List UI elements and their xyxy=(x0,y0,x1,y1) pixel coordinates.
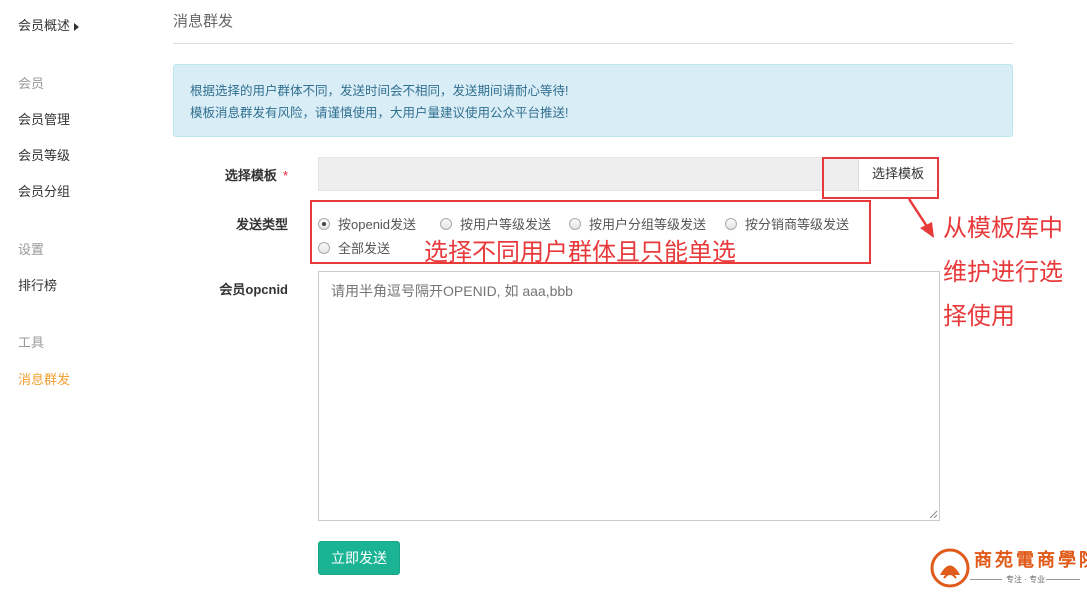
sidebar-item-overview-label: 会员概述 xyxy=(18,18,71,33)
send-type-label: 发送类型 xyxy=(235,217,288,232)
logo-name: 商苑電商學院 xyxy=(974,550,1087,571)
annotation-template-note-1: 从模板库中 xyxy=(943,215,1063,242)
sidebar-group-member: 会员 xyxy=(18,76,45,91)
logo-tagline: 专注 · 专业 xyxy=(1006,575,1046,584)
logo-divider-right xyxy=(1046,579,1080,580)
annotation-radio-note: 选择不同用户群体且只能单选 xyxy=(424,239,736,266)
logo-emblem-icon xyxy=(930,548,970,588)
send-now-button[interactable]: 立即发送 xyxy=(318,541,400,575)
annotation-box-template xyxy=(822,157,939,199)
annotation-template-note-2: 维护进行选 xyxy=(943,259,1063,286)
info-alert: 根据选择的用户群体不同，发送时间会不相同，发送期间请耐心等待! 模板消息群发有风… xyxy=(173,64,1013,137)
sidebar-group-tools: 工具 xyxy=(18,335,45,350)
sidebar-item-member-group[interactable]: 会员分组 xyxy=(18,181,70,200)
annotation-template-note-3: 择使用 xyxy=(943,303,1015,330)
sidebar-item-member-management[interactable]: 会员管理 xyxy=(18,109,70,128)
openid-textarea[interactable] xyxy=(318,271,940,521)
annotation-arrow-icon xyxy=(907,198,934,238)
template-input[interactable] xyxy=(318,157,858,191)
sidebar-item-message-broadcast[interactable]: 消息群发 xyxy=(18,369,70,388)
alert-line-1: 根据选择的用户群体不同，发送时间会不相同，发送期间请耐心等待! xyxy=(190,84,569,98)
template-label: 选择模板 * xyxy=(173,165,288,184)
template-label-text: 选择模板 xyxy=(224,168,277,183)
sidebar: 会员概述 会员 会员管理 会员等级 会员分组 设置 排行榜 工具 消息群发 xyxy=(0,0,150,592)
sidebar-group-settings: 设置 xyxy=(18,242,45,257)
sidebar-item-overview[interactable]: 会员概述 xyxy=(18,15,80,34)
caret-right-icon xyxy=(74,22,80,31)
required-mark: * xyxy=(282,168,288,183)
openid-label: 会员opcnid xyxy=(219,282,288,297)
title-divider xyxy=(173,43,1013,44)
alert-line-2: 模板消息群发有风险，请谨慎使用，大用户量建议使用公众平台推送! xyxy=(190,106,569,120)
resize-grip-icon[interactable] xyxy=(929,510,938,519)
page-title: 消息群发 xyxy=(173,13,234,30)
sidebar-item-leaderboard[interactable]: 排行榜 xyxy=(18,275,57,294)
logo-divider-left xyxy=(970,579,1002,580)
sidebar-item-member-level[interactable]: 会员等级 xyxy=(18,145,70,164)
